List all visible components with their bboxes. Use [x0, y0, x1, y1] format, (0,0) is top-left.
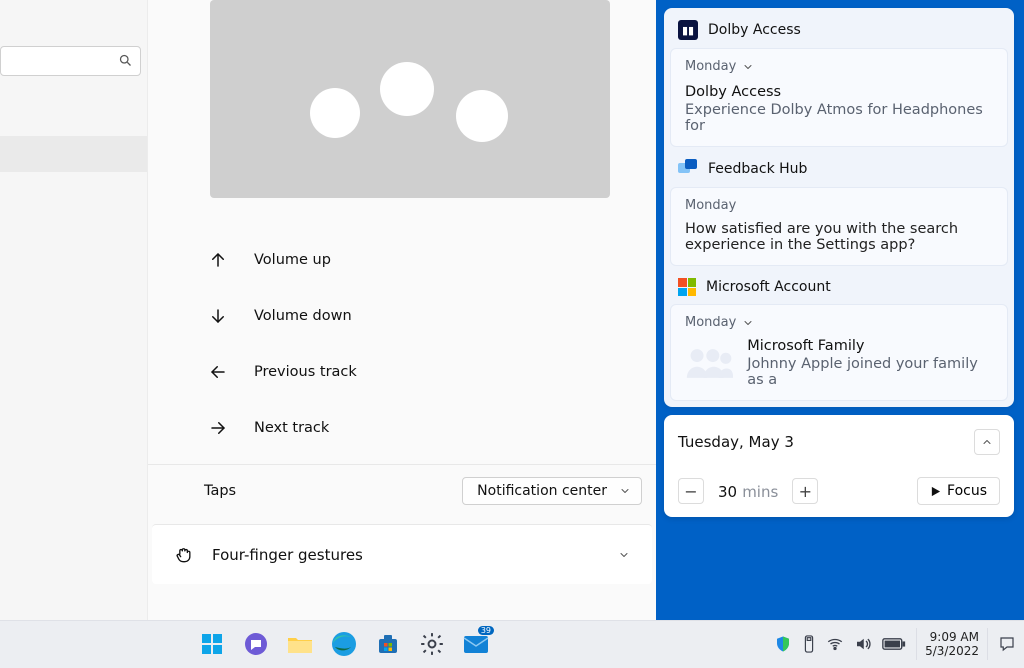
feedback-hub-icon — [678, 159, 698, 179]
search-icon — [118, 53, 133, 68]
taskbar-center: 39 — [198, 620, 490, 668]
taskbar-mail-icon[interactable]: 39 — [462, 630, 490, 658]
chevron-down-icon — [742, 317, 754, 329]
taskbar-store-icon[interactable] — [374, 630, 402, 658]
mail-badge: 39 — [478, 626, 494, 635]
notif-day: Monday — [685, 198, 993, 213]
gesture-prev-track[interactable]: Previous track — [206, 344, 546, 400]
usb-icon[interactable] — [802, 635, 816, 653]
taskbar: 39 9:09 AM 5/3/2022 — [0, 620, 1024, 668]
gesture-label: Previous track — [254, 364, 357, 380]
chevron-down-icon — [742, 61, 754, 73]
notif-card[interactable]: Monday Microsoft Family Johnny Apple joi… — [670, 304, 1008, 401]
four-finger-label: Four-finger gestures — [212, 546, 600, 564]
notif-day[interactable]: Monday — [685, 315, 993, 330]
arrow-right-icon — [206, 419, 230, 437]
microsoft-icon — [678, 278, 696, 296]
chevron-up-icon — [981, 436, 993, 448]
sidebar-search[interactable] — [0, 46, 141, 76]
notif-app-header[interactable]: Feedback Hub — [670, 153, 1008, 185]
settings-window: Volume up Volume down Previous track Nex… — [0, 0, 656, 620]
notif-app-header[interactable]: ▮▮ Dolby Access — [670, 14, 1008, 46]
notif-body: Johnny Apple joined your family as a — [747, 356, 993, 388]
notif-app-name: Feedback Hub — [708, 161, 807, 177]
play-icon — [930, 486, 941, 497]
gesture-volume-up[interactable]: Volume up — [206, 232, 546, 288]
taskbar-explorer-icon[interactable] — [286, 630, 314, 658]
start-button[interactable] — [198, 630, 226, 658]
notifications-icon[interactable] — [998, 635, 1016, 653]
preview-circle — [310, 88, 360, 138]
volume-icon[interactable] — [854, 635, 872, 653]
four-finger-row[interactable]: Four-finger gestures — [152, 524, 652, 584]
gesture-next-track[interactable]: Next track — [206, 400, 546, 456]
notif-day[interactable]: Monday — [685, 59, 993, 74]
chevron-down-icon — [619, 485, 631, 497]
arrow-down-icon — [206, 307, 230, 325]
preview-circle — [456, 90, 508, 142]
chevron-down-icon — [618, 549, 630, 561]
focus-minutes-unit: mins — [742, 483, 778, 501]
gesture-volume-down[interactable]: Volume down — [206, 288, 546, 344]
focus-decrease-button[interactable]: − — [678, 478, 704, 504]
taskbar-edge-icon[interactable] — [330, 630, 358, 658]
gesture-list: Volume up Volume down Previous track Nex… — [206, 232, 546, 456]
focus-button[interactable]: Focus — [917, 477, 1000, 505]
notif-card[interactable]: Monday How satisfied are you with the se… — [670, 187, 1008, 266]
taskbar-chat-icon[interactable] — [242, 630, 270, 658]
taps-label: Taps — [204, 483, 236, 499]
wifi-icon[interactable] — [826, 635, 844, 653]
notif-body: How satisfied are you with the search ex… — [685, 221, 993, 253]
notification-center: ▮▮ Dolby Access Monday Dolby Access Expe… — [664, 0, 1014, 517]
notif-group-dolby: ▮▮ Dolby Access Monday Dolby Access Expe… — [664, 8, 1014, 407]
dolby-icon: ▮▮ — [678, 20, 698, 40]
taps-dropdown[interactable]: Notification center — [462, 477, 642, 505]
dropdown-value: Notification center — [477, 483, 607, 499]
gesture-label: Next track — [254, 420, 329, 436]
notif-body: Experience Dolby Atmos for Headphones fo… — [685, 102, 993, 134]
arrow-left-icon — [206, 363, 230, 381]
notif-card[interactable]: Monday Dolby Access Experience Dolby Atm… — [670, 48, 1008, 147]
notif-title: Microsoft Family — [747, 338, 993, 354]
notif-app-name: Dolby Access — [708, 22, 801, 38]
taskbar-settings-icon[interactable] — [418, 630, 446, 658]
notif-app-name: Microsoft Account — [706, 279, 831, 295]
clock-time: 9:09 AM — [925, 630, 979, 644]
settings-sidebar — [0, 0, 147, 620]
notif-app-header[interactable]: Microsoft Account — [670, 272, 1008, 302]
taskbar-clock[interactable]: 9:09 AM 5/3/2022 — [916, 628, 988, 660]
hand-icon — [174, 545, 194, 565]
arrow-up-icon — [206, 251, 230, 269]
gesture-preview — [210, 0, 610, 198]
system-tray: 9:09 AM 5/3/2022 — [774, 620, 1016, 668]
taps-row: Taps Notification center — [148, 464, 656, 516]
notif-title: Dolby Access — [685, 84, 993, 100]
security-icon[interactable] — [774, 635, 792, 653]
settings-main: Volume up Volume down Previous track Nex… — [147, 0, 656, 620]
calendar-collapse-button[interactable] — [974, 429, 1000, 455]
focus-increase-button[interactable]: + — [792, 478, 818, 504]
family-icon — [685, 345, 733, 381]
gesture-label: Volume up — [254, 252, 331, 268]
preview-circle — [380, 62, 434, 116]
gesture-label: Volume down — [254, 308, 352, 324]
battery-icon[interactable] — [882, 635, 906, 653]
focus-minutes-value: 30 — [718, 483, 737, 501]
calendar-date[interactable]: Tuesday, May 3 — [678, 433, 794, 451]
sidebar-item-selected[interactable] — [0, 136, 147, 172]
calendar-panel: Tuesday, May 3 − 30 mins + Focus — [664, 415, 1014, 517]
clock-date: 5/3/2022 — [925, 644, 979, 658]
